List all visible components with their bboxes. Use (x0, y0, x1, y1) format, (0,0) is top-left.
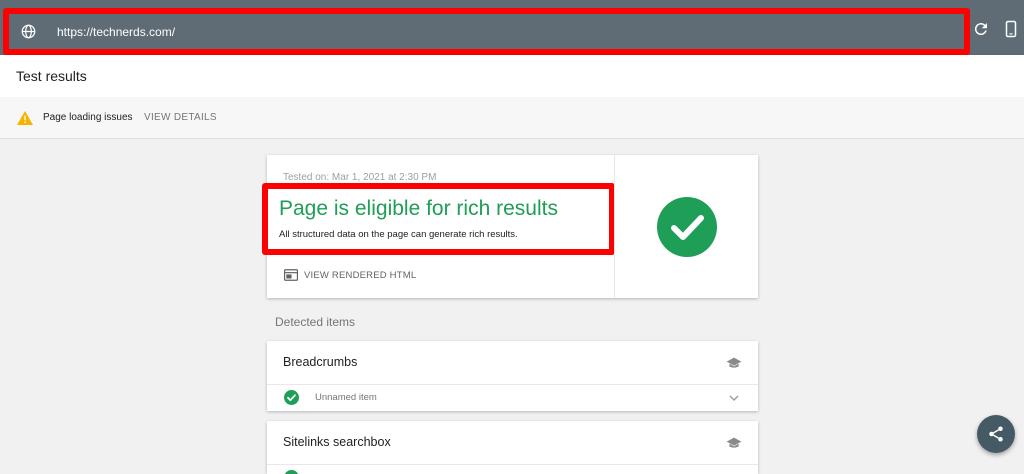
valid-check-icon (284, 470, 299, 474)
browser-window-icon (284, 269, 298, 281)
results-header: Test results (0, 55, 1024, 97)
tested-on-timestamp: Tested on: Mar 1, 2021 at 2:30 PM (283, 172, 437, 183)
detected-item-breadcrumbs: Breadcrumbs Unnamed item (267, 341, 758, 411)
globe-icon (21, 24, 36, 39)
valid-check-icon (284, 390, 299, 405)
refresh-icon[interactable] (972, 20, 990, 38)
share-button[interactable] (977, 415, 1015, 453)
eligibility-status-title: Page is eligible for rich results (279, 197, 558, 220)
result-summary-card: Tested on: Mar 1, 2021 at 2:30 PM Page i… (262, 155, 758, 298)
share-icon (989, 426, 1003, 442)
eligibility-highlight: Page is eligible for rich results All st… (262, 183, 615, 255)
page-loading-issues-row: Page loading issues VIEW DETAILS (0, 97, 1024, 139)
view-details-button[interactable]: VIEW DETAILS (144, 112, 217, 123)
item-header[interactable]: Sitelinks searchbox (267, 421, 758, 465)
item-title: Sitelinks searchbox (283, 435, 391, 449)
url-text[interactable]: https://technerds.com/ (57, 25, 175, 39)
item-row[interactable]: Unnamed item (267, 385, 758, 411)
detected-item-sitelinks-searchbox: Sitelinks searchbox (267, 421, 758, 474)
view-rendered-html-button[interactable]: VIEW RENDERED HTML (304, 270, 416, 281)
item-title: Breadcrumbs (283, 355, 358, 369)
url-toolbar: https://technerds.com/ (0, 0, 1024, 55)
detected-items-label: Detected items (275, 315, 356, 329)
result-summary-text: Tested on: Mar 1, 2021 at 2:30 PM Page i… (262, 155, 615, 298)
url-bar[interactable]: https://technerds.com/ (3, 8, 970, 55)
warning-icon (17, 111, 33, 125)
item-row-label: Unnamed item (315, 392, 377, 403)
success-check-icon (657, 197, 717, 257)
issues-label: Page loading issues (43, 112, 133, 123)
eligibility-status-subtitle: All structured data on the page can gene… (279, 229, 518, 240)
graduation-cap-icon[interactable] (726, 436, 742, 450)
item-header[interactable]: Breadcrumbs (267, 341, 758, 385)
chevron-down-icon[interactable] (728, 392, 740, 404)
item-row[interactable] (267, 465, 758, 474)
mobile-icon[interactable] (1002, 20, 1020, 38)
page-title: Test results (16, 68, 87, 84)
graduation-cap-icon[interactable] (726, 356, 742, 370)
status-panel (614, 155, 758, 298)
